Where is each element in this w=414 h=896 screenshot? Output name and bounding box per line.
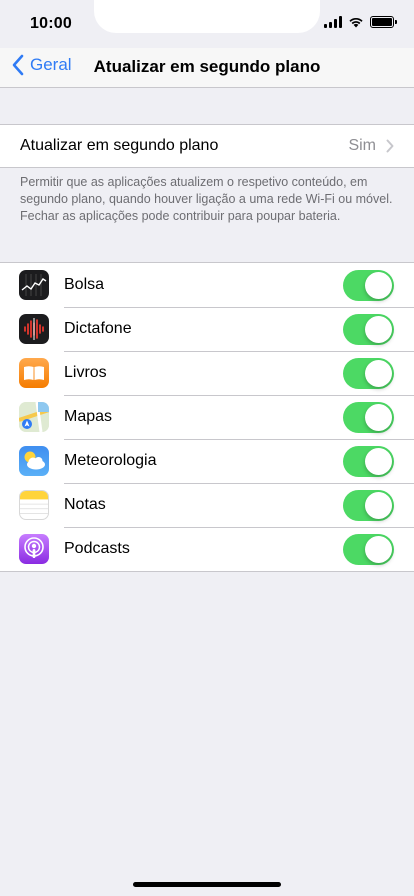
list-item-mapas: Mapas <box>0 395 414 439</box>
status-time: 10:00 <box>30 15 72 32</box>
status-icons <box>324 16 397 28</box>
voice-memos-icon <box>19 314 49 344</box>
list-item-livros: Livros <box>0 351 414 395</box>
app-name: Livros <box>64 364 107 381</box>
navigation-bar: Geral Atualizar em segundo plano <box>0 48 414 88</box>
app-name: Bolsa <box>64 276 105 293</box>
background-refresh-setting-row[interactable]: Atualizar em segundo plano Sim <box>0 125 414 167</box>
books-icon <box>19 358 49 388</box>
setting-label: Atualizar em segundo plano <box>20 137 219 154</box>
app-name: Meteorologia <box>64 452 157 469</box>
list-item-notas: Notas <box>0 483 414 527</box>
toggle-bolsa[interactable] <box>343 269 394 301</box>
device-notch <box>94 0 320 33</box>
main-setting-group: Atualizar em segundo plano Sim <box>0 124 414 168</box>
maps-icon <box>19 402 49 432</box>
toggle-livros[interactable] <box>343 357 394 389</box>
podcasts-icon <box>19 534 49 564</box>
list-item-podcasts: Podcasts <box>0 527 414 571</box>
list-item-meteorologia: Meteorologia <box>0 439 414 483</box>
toggle-podcasts[interactable] <box>343 533 394 565</box>
app-name: Notas <box>64 496 106 513</box>
toggle-dictafone[interactable] <box>343 313 394 345</box>
app-name: Dictafone <box>64 320 132 337</box>
cellular-signal-icon <box>324 16 342 28</box>
wifi-icon <box>349 17 363 28</box>
setting-description: Permitir que as aplicações atualizem o r… <box>20 175 393 223</box>
toggle-notas[interactable] <box>343 489 394 521</box>
page-title: Atualizar em segundo plano <box>93 57 321 76</box>
stocks-icon <box>19 270 49 300</box>
status-bar: 10:00 <box>0 0 414 48</box>
battery-icon <box>370 16 397 28</box>
toggle-meteorologia[interactable] <box>343 445 394 477</box>
toggle-mapas[interactable] <box>343 401 394 433</box>
app-list: Bolsa Dictafone Livros Mapas Meteorologi… <box>0 262 414 572</box>
weather-icon <box>19 446 49 476</box>
app-name: Mapas <box>64 408 113 425</box>
chevron-right-icon <box>386 139 394 153</box>
list-item-bolsa: Bolsa <box>0 263 414 307</box>
notes-icon <box>19 490 49 520</box>
home-indicator[interactable] <box>133 882 281 887</box>
app-name: Podcasts <box>64 540 130 557</box>
list-item-dictafone: Dictafone <box>0 307 414 351</box>
setting-value: Sim <box>348 137 376 154</box>
